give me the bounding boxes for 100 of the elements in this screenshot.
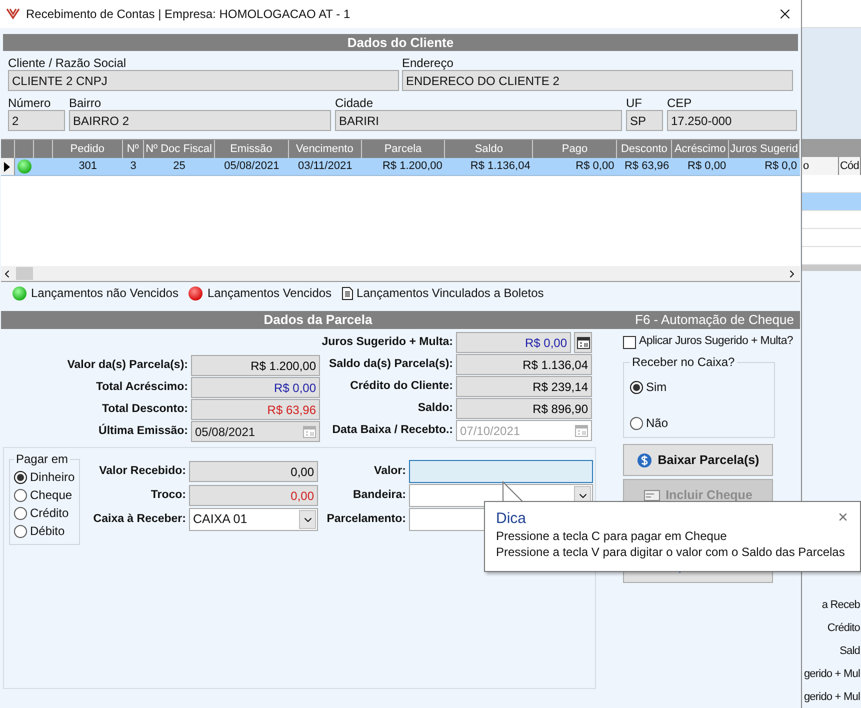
table-cell-text: 25 (172, 159, 186, 174)
text-field[interactable]: BARIRI (335, 110, 622, 131)
radio-button[interactable] (14, 506, 27, 520)
amount-field: R$ 239,14 (456, 376, 592, 397)
text-field[interactable]: SP (626, 110, 663, 131)
calendar-icon (576, 336, 590, 348)
text-field[interactable]: CLIENTE 2 CNPJ (8, 70, 399, 91)
table-cell-text: 03/11/2021 (296, 159, 354, 174)
field-label: Endereço (402, 55, 454, 69)
field-label: UF (626, 95, 643, 109)
dollar-icon (636, 452, 652, 468)
row-pointer-icon (4, 162, 10, 172)
table-cell-text: R$ 63,96 (623, 159, 670, 174)
table-cell-text: R$ 0,00 (686, 159, 728, 174)
amount-field: R$ 0,00 (456, 332, 571, 353)
window-title: Recebimento de Contas | Empresa: HOMOLOGACAO AT - 1 (26, 6, 352, 23)
table-cell-text: R$ 0,00 (574, 159, 616, 174)
field-label: Parcelamento: (326, 512, 407, 527)
calendar-icon (303, 426, 316, 438)
tooltip-title: Dica (496, 510, 526, 528)
status-icon (12, 286, 27, 300)
radio-button[interactable] (14, 488, 27, 502)
field-label: Total Acréscimo: (94, 380, 189, 395)
table-cell-text: 301 (78, 159, 98, 174)
text-field[interactable]: BAIRRO 2 (69, 110, 331, 131)
table-cell-text: R$ 0,0 (764, 159, 798, 174)
document-icon (342, 286, 353, 300)
group-title: Receber no Caixa? (631, 354, 736, 371)
table-cell-text: R$ 1.136,04 (469, 159, 532, 174)
amount-field: R$ 0,00 (191, 377, 320, 398)
amount-field: R$ 1.200,00 (191, 355, 320, 376)
horizontal-scrollbar[interactable] (1, 266, 800, 281)
legend-label: Lançamentos Vencidos (207, 285, 332, 302)
scrollbar (802, 265, 861, 271)
field-label: Bandeira: (352, 488, 407, 503)
amount-field: 0,00 (189, 485, 318, 506)
field-label: Cidade (335, 95, 374, 109)
field-label: Juros Sugerido + Multa: (320, 334, 454, 350)
field-label: Última Emissão: (98, 422, 189, 439)
action-button[interactable]: Baixar Parcela(s) (623, 444, 773, 476)
field-label: gerido + Mul (804, 690, 860, 705)
radio-button[interactable] (630, 380, 643, 394)
radio-button[interactable] (14, 524, 27, 538)
column-header: Cód (839, 157, 861, 175)
amount-field: R$ 63,96 (191, 399, 320, 420)
scrollbar-thumb[interactable] (16, 267, 33, 280)
field-label: Valor da(s) Parcela(s): (66, 358, 189, 373)
field-label: Sald (840, 644, 860, 659)
checkbox-label: Aplicar Juros Sugerido + Multa? (639, 334, 794, 350)
field-label: CEP (667, 95, 693, 109)
calendar-icon (575, 424, 588, 436)
field-label: Troco: (150, 488, 187, 503)
tooltip-text: Pressione a tecla C para pagar em Cheque (496, 528, 728, 544)
field-label: Valor Recebido: (98, 464, 187, 479)
field-label: Saldo: (416, 400, 454, 416)
date-field[interactable]: 05/08/2021 (191, 421, 320, 442)
radio-label: Cheque (30, 487, 72, 504)
text-field[interactable]: 2 (8, 110, 65, 131)
shortcut-hint: F6 - Automação de Cheque (635, 311, 795, 330)
group-title: Pagar em (15, 451, 70, 468)
radio-button[interactable] (14, 470, 27, 484)
field-label: Crédito do Cliente: (349, 378, 454, 394)
field-label: Caixa à Receber: (92, 512, 187, 527)
field-label: a Receb (822, 598, 860, 613)
section-title: Dados da Parcela (262, 311, 374, 330)
header-bar (802, 139, 861, 157)
calendar-button[interactable] (574, 332, 592, 353)
overdue-status-icon (188, 286, 204, 300)
text-field[interactable]: ENDERECO DO CLIENTE 2 (402, 70, 793, 91)
field-label: Saldo da(s) Parcela(s): (328, 356, 454, 372)
section-header: Dados do Cliente (3, 34, 798, 51)
tooltip-text: Pressione a tecla V para digitar o valor com o Saldo das Parcelas (496, 544, 846, 560)
legend-label: Lançamentos não Vencidos (31, 285, 178, 302)
app-logo-icon (6, 8, 20, 20)
dropdown[interactable]: CAIXA 01 (189, 508, 318, 531)
column-header: o (802, 157, 839, 175)
radio-button[interactable] (630, 416, 643, 430)
radio-label: Dinheiro (30, 469, 75, 486)
radio-label: Não (646, 415, 668, 432)
checkbox[interactable] (623, 336, 636, 348)
field-label: Crédito (827, 621, 860, 636)
table-cell-text: 05/08/2021 (223, 159, 280, 174)
field-label: Bairro (69, 95, 102, 109)
radio-label: Débito (30, 523, 65, 540)
field-label: Valor: (373, 464, 407, 479)
amount-field: 0,00 (189, 461, 318, 482)
amount-field: R$ 1.136,04 (456, 354, 592, 375)
field-label: Data Baixa / Recebto.: (331, 422, 454, 438)
amount-field: R$ 896,90 (456, 398, 592, 419)
radio-label: Sim (646, 379, 667, 396)
radio-label: Crédito (30, 505, 69, 522)
table-cell-text: R$ 1.200,00 (381, 159, 444, 174)
cheque-icon (644, 490, 660, 500)
text-field[interactable]: 17.250-000 (667, 110, 797, 131)
field-label: Cliente / Razão Social (8, 55, 128, 69)
input-field[interactable] (409, 460, 593, 483)
field-label: gerido + Mul (804, 667, 860, 682)
table-row[interactable]: 301 3 25 05/08/2021 03/11/2021 R$ 1.200,00 R$ 1.136,04 R$ 0,00 R$ 63,96 R$ 0,00 R$ 0,0 (1, 158, 800, 176)
legend-label: Lançamentos Vinculados a Boletos (356, 285, 544, 302)
table-cell-text: 3 (129, 159, 138, 174)
